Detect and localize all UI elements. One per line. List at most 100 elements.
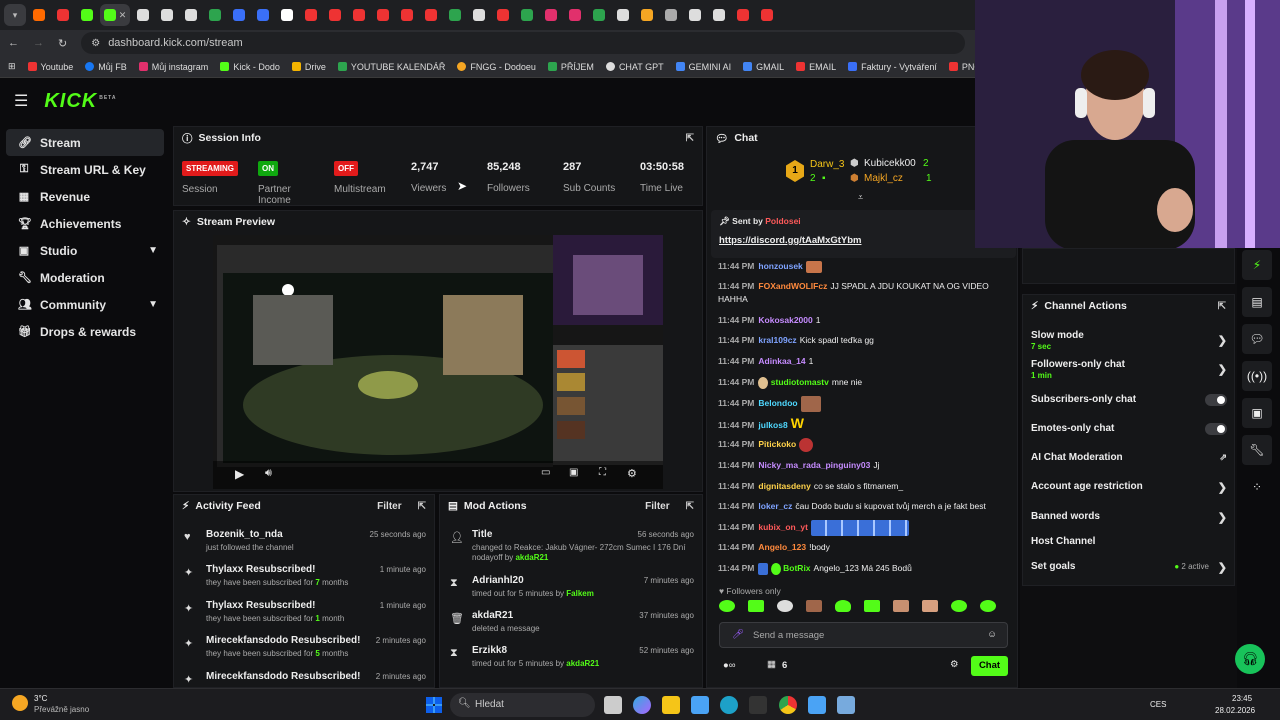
browser-tab[interactable] (684, 4, 706, 26)
browser-tab[interactable] (28, 4, 50, 26)
settings-icon[interactable]: ⚙ (950, 659, 959, 670)
chat-button[interactable]: 💬︎ (1242, 324, 1272, 354)
taskview-icon[interactable] (604, 696, 622, 714)
browser-tab[interactable] (564, 4, 586, 26)
clock-time[interactable]: 23:45 (1232, 694, 1252, 703)
notepad-icon[interactable] (808, 696, 826, 714)
browser-tab[interactable] (756, 4, 778, 26)
quick-actions-button[interactable]: ⚡︎ (1242, 250, 1272, 280)
browser-tab[interactable] (132, 4, 154, 26)
followers-only-action[interactable]: Followers-only chat 1 min ❯ (1031, 359, 1227, 380)
emote[interactable] (748, 600, 764, 612)
notes-button[interactable]: ▤ (1242, 287, 1272, 317)
browser-tab[interactable] (420, 4, 442, 26)
pinned-link[interactable]: https://discord.gg/tAaMxGtYbm (719, 235, 862, 246)
set-goals-action[interactable]: Set goals ● 2 active ❯ (1031, 561, 1227, 574)
site-info-icon[interactable]: ⚙ (91, 38, 100, 49)
browser-tab[interactable] (324, 4, 346, 26)
emote[interactable] (922, 600, 938, 612)
terminal-icon[interactable] (749, 696, 767, 714)
browser-tab[interactable] (660, 4, 682, 26)
layout-button[interactable]: ▣ (1242, 398, 1272, 428)
gift-box-icon[interactable]: ▦ (767, 659, 776, 670)
taskbar-search[interactable]: 🔍︎ Hledat (450, 693, 595, 717)
bookmark[interactable]: Youtube (27, 62, 73, 72)
more-button[interactable]: ⁘ (1242, 472, 1272, 502)
bookmark[interactable]: CHAT GPT (605, 62, 664, 72)
browser-tab[interactable] (52, 4, 74, 26)
slow-mode-action[interactable]: Slow mode 7 sec ❯ (1031, 330, 1227, 351)
emote[interactable] (980, 600, 996, 612)
sidebar-item-stream-url[interactable]: ⚿ Stream URL & Key (6, 156, 164, 183)
browser-tab[interactable] (300, 4, 322, 26)
filter-button[interactable]: Filter (377, 501, 401, 512)
weather-icon[interactable] (12, 695, 28, 711)
sidebar-item-achievements[interactable]: 🏆︎ Achievements (6, 210, 164, 237)
bookmark[interactable]: Drive (291, 62, 326, 72)
browser-tab-active[interactable]: ✕ (100, 4, 130, 26)
theatre-icon[interactable]: ▭ (541, 467, 550, 478)
host-channel-action[interactable]: Host Channel (1031, 536, 1227, 547)
infinity-points-icon[interactable]: ●∞ (723, 660, 736, 671)
photos-icon[interactable] (691, 696, 709, 714)
browser-tab[interactable] (468, 4, 490, 26)
broadcast-button[interactable]: ((•)) (1242, 361, 1272, 391)
emote[interactable] (719, 600, 735, 612)
stream-preview-video[interactable]: ▶ 🔊︎ ▭ ▣ ⛶ ⚙ (213, 235, 663, 489)
browser-tab[interactable] (348, 4, 370, 26)
bookmark[interactable]: EMAIL (796, 62, 836, 72)
emote[interactable] (806, 600, 822, 612)
browser-tab[interactable] (396, 4, 418, 26)
clock-date[interactable]: 28.02.2026 (1215, 706, 1255, 715)
chat-input[interactable]: 🎤︎ Send a message ☺ (719, 622, 1008, 648)
forward-icon[interactable]: → (33, 37, 44, 49)
bookmark[interactable]: PŘÍJEM (547, 62, 594, 72)
sidebar-item-studio[interactable]: ▣ Studio ▼ (6, 237, 164, 264)
browser-tab[interactable] (612, 4, 634, 26)
sidebar-item-revenue[interactable]: ▦ Revenue (6, 183, 164, 210)
bookmark[interactable]: Můj FB (85, 62, 127, 72)
fullscreen-icon[interactable]: ⛶ (599, 467, 606, 478)
emote[interactable] (893, 600, 909, 612)
browser-tab[interactable] (76, 4, 98, 26)
bookmark[interactable]: GMAIL (743, 62, 784, 72)
emote[interactable] (864, 600, 880, 612)
bookmark[interactable]: FNGG - Dodoeu (457, 62, 536, 72)
browser-tab[interactable] (708, 4, 730, 26)
browser-tab[interactable] (252, 4, 274, 26)
browser-tab[interactable] (492, 4, 514, 26)
bookmark[interactable]: PNG to PDF (948, 62, 975, 72)
menu-icon[interactable]: ☰ (14, 91, 28, 111)
play-icon[interactable]: ▶ (235, 467, 244, 481)
sidebar-item-drops[interactable]: 🎁︎ Drops & rewards (6, 318, 164, 345)
app-icon[interactable] (837, 696, 855, 714)
mic-icon[interactable]: 🎤︎ (732, 629, 744, 640)
popout-icon[interactable]: ⇱ (686, 501, 694, 512)
emote[interactable] (835, 600, 851, 612)
tab-list-button[interactable]: ▾ (4, 4, 26, 26)
bookmark[interactable]: Faktury - Vytváření (848, 62, 937, 72)
edge-icon[interactable] (720, 696, 738, 714)
apps-icon[interactable]: ⊞ (8, 61, 16, 72)
emotes-only-toggle[interactable] (1205, 423, 1227, 435)
browser-tab[interactable] (276, 4, 298, 26)
close-icon[interactable]: ✕ (119, 10, 127, 21)
start-icon[interactable] (426, 697, 442, 713)
account-age-action[interactable]: Account age restriction ❯ (1031, 481, 1227, 494)
popout-icon[interactable]: ⇱ (418, 501, 426, 512)
reload-icon[interactable]: ↻ (58, 37, 67, 50)
browser-tab[interactable] (228, 4, 250, 26)
browser-tab[interactable] (588, 4, 610, 26)
browser-tab[interactable] (372, 4, 394, 26)
volume-icon[interactable]: 🔊︎ (265, 467, 272, 480)
scroll-down-icon[interactable]: ⩡ (858, 192, 863, 203)
sidebar-item-community[interactable]: 👥︎ Community ▼ (6, 291, 164, 318)
browser-tab[interactable] (204, 4, 226, 26)
emote[interactable] (951, 600, 967, 612)
pip-icon[interactable]: ▣ (569, 467, 578, 478)
back-icon[interactable]: ← (8, 37, 19, 49)
emote[interactable] (777, 600, 793, 612)
browser-tab[interactable] (516, 4, 538, 26)
bookmark[interactable]: Můj instagram (138, 62, 208, 72)
kick-logo[interactable]: KICK BETA (44, 90, 116, 113)
